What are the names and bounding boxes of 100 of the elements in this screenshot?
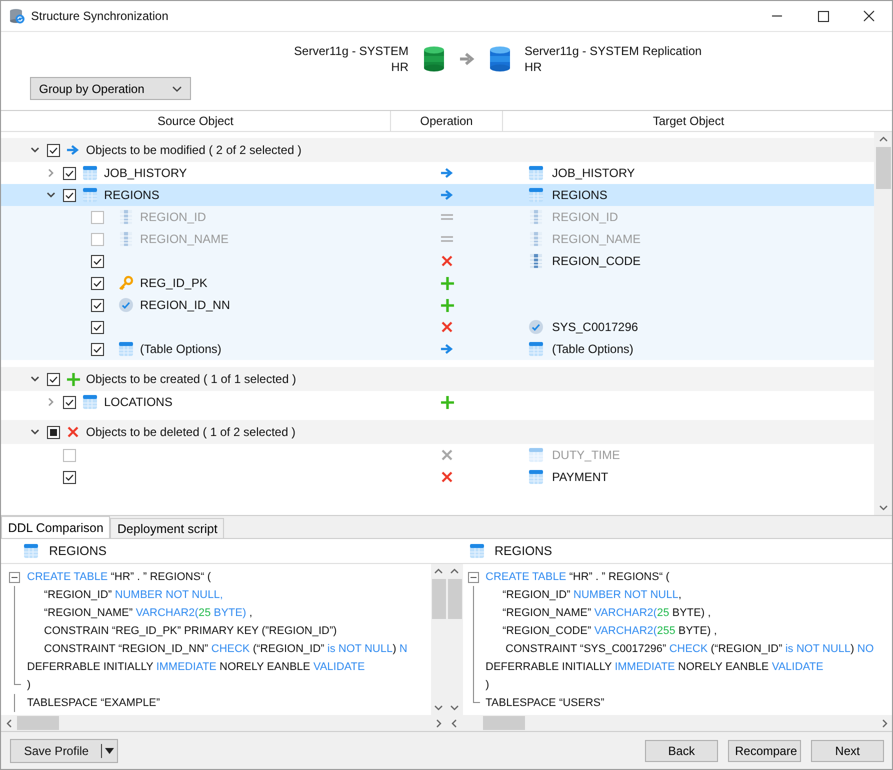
code-line: )	[27, 679, 31, 691]
column-header[interactable]: Target Object	[503, 111, 874, 131]
recompare-button[interactable]: Recompare	[728, 740, 801, 762]
chevron-right-icon[interactable]	[46, 168, 56, 178]
target-object-name: (Table Options)	[552, 342, 634, 356]
scroll-left-icon[interactable]	[450, 718, 459, 728]
scroll-up-icon[interactable]	[878, 135, 888, 144]
tree-row[interactable]: REGION_CODE	[1, 250, 874, 272]
group-label: Objects to be modified ( 2 of 2 selected )	[86, 143, 302, 157]
tab[interactable]: DDL Comparison	[1, 516, 110, 538]
table-icon	[528, 187, 544, 203]
tree-row[interactable]: REG_ID_PK	[1, 272, 874, 294]
checkbox[interactable]	[63, 188, 76, 202]
group-by-dropdown[interactable]: Group by Operation	[30, 77, 191, 100]
checkbox[interactable]	[91, 298, 104, 312]
code-line: )	[486, 679, 490, 691]
scroll-down-icon[interactable]	[878, 503, 888, 512]
table-icon	[528, 469, 544, 485]
checkbox[interactable]	[63, 396, 76, 408]
source-server: Server11g - SYSTEM	[294, 43, 408, 59]
table-icon	[118, 341, 134, 357]
target-object-name: DUTY_TIME	[552, 448, 620, 462]
target-schema: HR	[524, 59, 543, 75]
table-icon	[468, 543, 484, 559]
tree-row[interactable]: PAYMENT	[1, 466, 874, 488]
collapse-icon[interactable]	[9, 572, 20, 582]
chevron-down-icon[interactable]	[30, 427, 40, 437]
right-arrow-icon	[440, 343, 454, 355]
tree-row[interactable]: JOB_HISTORY JOB_HISTORY	[1, 162, 874, 184]
tree-row[interactable]: SYS_C0017296	[1, 316, 874, 338]
check-circle-icon	[528, 319, 544, 335]
plus-icon	[440, 276, 454, 290]
scroll-thumb[interactable]	[17, 716, 59, 730]
code-line: CREATE TABLE “HR” . ” REGIONS“ (	[486, 571, 670, 583]
plus-icon	[440, 298, 454, 312]
chevron-right-icon[interactable]	[46, 397, 56, 407]
column-header[interactable]: Operation	[391, 111, 503, 131]
target-object-name: JOB_HISTORY	[552, 166, 635, 180]
chevron-down-icon[interactable]	[30, 374, 40, 384]
checkbox[interactable]	[63, 166, 76, 180]
pane-title: REGIONS	[494, 544, 552, 558]
checkbox[interactable]	[91, 276, 104, 290]
right-arrow-icon	[458, 52, 474, 66]
tree-row[interactable]: LOCATIONS	[1, 391, 874, 413]
code-line: CREATE TABLE “HR” . ” REGIONS“ (	[27, 571, 211, 583]
app-icon	[9, 8, 25, 24]
back-button[interactable]: Back	[645, 740, 718, 762]
chevron-down-icon[interactable]	[46, 190, 56, 200]
checkbox[interactable]	[63, 470, 76, 484]
source-object-name: REG_ID_PK	[140, 276, 208, 290]
scrollbar[interactable]	[1, 715, 446, 731]
checkbox[interactable]	[91, 342, 104, 356]
tree-row[interactable]: (Table Options) (Table Options)	[1, 338, 874, 360]
checkbox[interactable]	[91, 254, 104, 268]
checkbox[interactable]	[47, 144, 60, 156]
scroll-right-icon[interactable]	[434, 718, 443, 728]
scroll-thumb[interactable]	[432, 579, 446, 619]
target-object-name: REGION_NAME	[552, 232, 641, 246]
collapse-icon[interactable]	[468, 572, 478, 582]
chevron-down-icon[interactable]	[30, 145, 40, 155]
tree-row[interactable]: REGION_ID_NN	[1, 294, 874, 316]
source-object-name: (Table Options)	[140, 342, 222, 356]
group-row[interactable]: Objects to be created ( 1 of 1 selected )	[1, 367, 874, 391]
next-button[interactable]: Next	[811, 740, 884, 762]
checkbox[interactable]	[47, 372, 60, 386]
target-object-name: REGIONS	[552, 188, 608, 202]
group-row[interactable]: Objects to be deleted ( 1 of 2 selected )	[1, 420, 874, 444]
code-line: “REGION_CODE” VARCHAR2(255 BYTE) ,	[502, 625, 717, 637]
cross-icon	[67, 426, 79, 438]
database-icon	[422, 46, 444, 72]
tree-row[interactable]: REGIONS REGIONS	[1, 184, 874, 206]
column-icon	[118, 209, 134, 225]
scrollbar[interactable]	[446, 715, 892, 731]
code-line: CONSTRAINT “REGION_ID_NN” CHECK (“REGION_ID” is NOT NULL) N	[43, 643, 408, 655]
scrollbar[interactable]	[874, 132, 892, 515]
column-header[interactable]: Source Object	[1, 111, 391, 131]
group-row[interactable]: Objects to be modified ( 2 of 2 selected )	[1, 138, 874, 162]
dropdown-icon[interactable]	[104, 748, 114, 754]
scroll-thumb[interactable]	[876, 147, 890, 189]
code-line: CONSTRAIN “REG_ID_PK” PRIMARY KEY (”REGION_ID”)	[43, 625, 337, 637]
tab[interactable]: Deployment script	[110, 518, 224, 538]
scroll-left-icon[interactable]	[4, 718, 14, 728]
source-schema: HR	[391, 59, 408, 75]
save-profile-button[interactable]: Save Profile	[10, 738, 118, 762]
checkbox[interactable]	[91, 320, 104, 334]
equals-icon	[441, 235, 453, 243]
scroll-thumb[interactable]	[482, 716, 524, 730]
code-line: “REGION_NAME” VARCHAR2(25 BYTE) ,	[502, 607, 711, 619]
scroll-right-icon[interactable]	[880, 718, 888, 728]
code-line: “REGION_NAME” VARCHAR2(25 BYTE) ,	[43, 607, 252, 619]
cross-icon	[441, 449, 453, 461]
code-line: CONSTRAINT “SYS_C0017296” CHECK (“REGION_ID” is NOT NULL) NO	[504, 643, 874, 655]
table-icon	[82, 165, 98, 181]
scroll-thumb[interactable]	[448, 579, 462, 619]
key-icon	[118, 275, 134, 291]
code-line: “REGION_ID” NUMBER NOT NULL,	[502, 589, 682, 601]
checkbox[interactable]	[47, 426, 60, 438]
code-line: TABLESPACE “EXAMPLE”	[27, 697, 160, 709]
code-line: “REGION_ID” NUMBER NOT NULL,	[43, 589, 223, 601]
group-label: Objects to be deleted ( 1 of 2 selected )	[86, 425, 296, 439]
